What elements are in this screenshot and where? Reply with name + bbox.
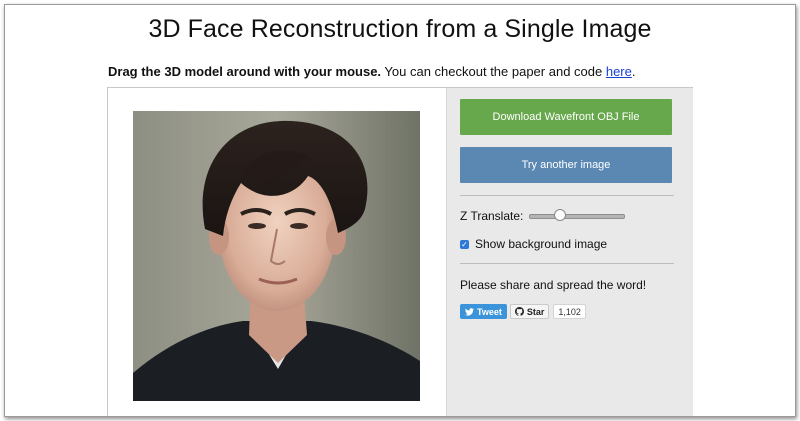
page-frame: 3D Face Reconstruction from a Single Ima… bbox=[4, 4, 796, 417]
star-label: Star bbox=[526, 306, 545, 317]
github-star-button[interactable]: Star bbox=[509, 304, 550, 319]
paper-code-link[interactable]: here bbox=[606, 64, 632, 79]
page-title: 3D Face Reconstruction from a Single Ima… bbox=[148, 15, 652, 43]
face-model-image[interactable] bbox=[133, 111, 420, 401]
intro-end: . bbox=[631, 64, 636, 79]
left-eye bbox=[248, 223, 266, 229]
intro-rest: You can checkout the paper and code bbox=[381, 64, 606, 79]
z-translate-row: Z Translate: bbox=[460, 209, 626, 223]
divider bbox=[460, 263, 674, 264]
viewer-container: Download Wavefront OBJ File Try another … bbox=[107, 87, 693, 416]
show-background-row[interactable]: ✓ Show background image bbox=[460, 237, 607, 251]
github-icon bbox=[514, 307, 524, 316]
z-translate-slider[interactable] bbox=[529, 209, 626, 222]
share-text: Please share and spread the word! bbox=[460, 278, 647, 292]
star-count[interactable]: 1,102 bbox=[553, 304, 586, 319]
show-background-checkbox[interactable]: ✓ bbox=[460, 239, 469, 249]
3d-model-viewer[interactable] bbox=[108, 88, 445, 416]
intro-bold: Drag the 3D model around with your mouse… bbox=[108, 64, 382, 79]
tweet-label: Tweet bbox=[477, 306, 502, 317]
intro-text: Drag the 3D model around with your mouse… bbox=[108, 64, 636, 79]
check-icon: ✓ bbox=[461, 239, 468, 249]
download-obj-button[interactable]: Download Wavefront OBJ File bbox=[460, 99, 672, 135]
slider-thumb[interactable] bbox=[554, 209, 567, 221]
slider-track bbox=[529, 214, 626, 219]
right-eye bbox=[290, 223, 308, 229]
bird-icon bbox=[465, 307, 474, 316]
control-panel: Download Wavefront OBJ File Try another … bbox=[446, 88, 693, 416]
try-another-image-button[interactable]: Try another image bbox=[460, 147, 672, 183]
social-buttons: Tweet Star 1,102 bbox=[460, 304, 586, 319]
z-translate-label: Z Translate: bbox=[460, 209, 524, 223]
divider bbox=[460, 195, 674, 196]
show-background-label: Show background image bbox=[475, 237, 608, 251]
tweet-button[interactable]: Tweet bbox=[460, 304, 507, 319]
